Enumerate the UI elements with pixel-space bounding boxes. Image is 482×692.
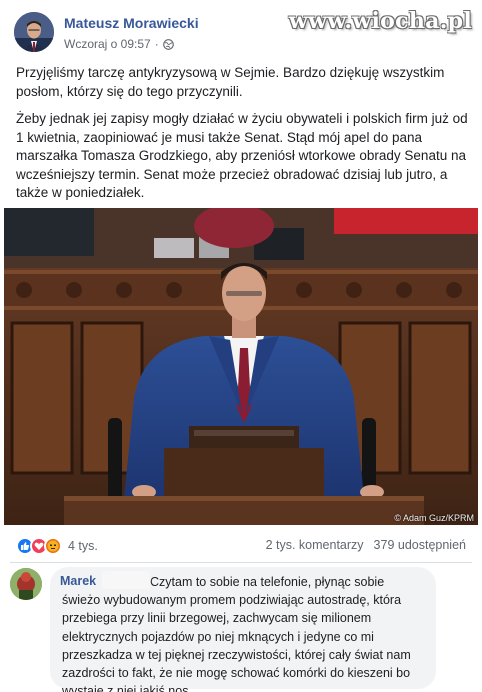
watermark: www.wiocha.pl — [288, 8, 472, 34]
reaction-count[interactable]: 4 tys. — [68, 539, 98, 553]
post-timestamp[interactable]: Wczoraj o 09:57 — [64, 37, 151, 51]
post-text: Przyjęliśmy tarczę antykryzysową w Sejmi… — [16, 64, 468, 212]
post-paragraph-2: Żeby jednak jej zapisy mogły działać w ż… — [16, 111, 468, 200]
shares-count[interactable]: 379 udostępnień — [374, 538, 466, 552]
author-avatar[interactable] — [14, 12, 54, 52]
commenter-avatar[interactable] — [10, 568, 42, 600]
blurred-surname — [102, 571, 150, 589]
post-photo[interactable]: © Adam Guz/KPRM — [4, 208, 478, 525]
post-stats: 2 tys. komentarzy 379 udostępnień — [266, 538, 466, 552]
comment-bubble: Marek Czytam to sobie na telefonie, płyn… — [50, 567, 436, 692]
post-meta: Wczoraj o 09:57 · — [64, 37, 174, 51]
meta-separator: · — [154, 37, 159, 51]
globe-icon[interactable] — [162, 38, 174, 50]
comments-count[interactable]: 2 tys. komentarzy — [266, 538, 364, 552]
comment-text: Czytam to sobie na telefonie, płynąc sob… — [62, 575, 411, 692]
photo-credit: © Adam Guz/KPRM — [394, 513, 474, 523]
post-paragraph-1: Przyjęliśmy tarczę antykryzysową w Sejmi… — [16, 65, 445, 99]
angry-icon[interactable] — [44, 537, 62, 555]
reactions-summary[interactable]: 4 tys. — [16, 536, 98, 556]
divider — [10, 562, 472, 563]
comment-author[interactable]: Marek — [60, 574, 96, 588]
post-author-name[interactable]: Mateusz Morawiecki — [64, 15, 199, 31]
